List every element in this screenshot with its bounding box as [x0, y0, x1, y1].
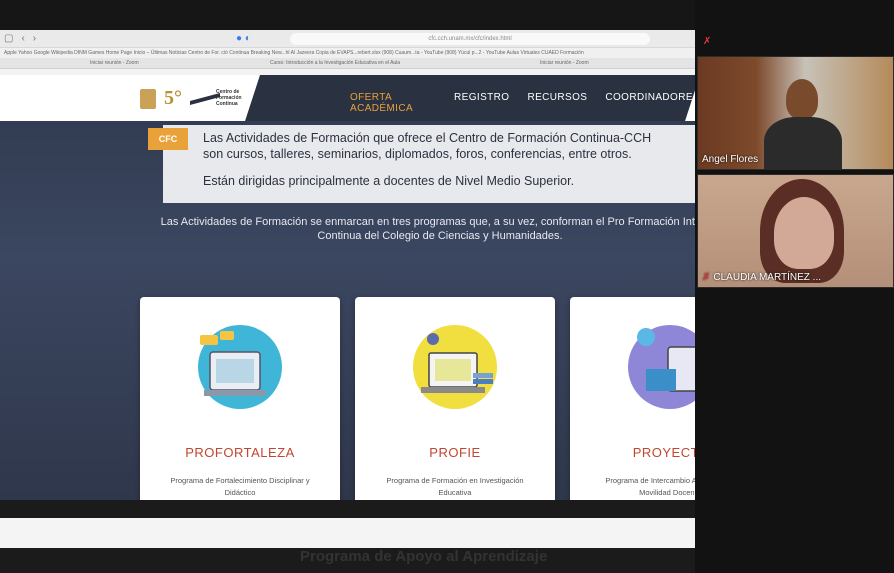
cfc-logo: Centro de Formación Continua — [190, 89, 246, 109]
zoom-screen-share: ▢ ‹ › ● ◐ cfc.cch.unam.mx/cfc/index.html A… — [0, 0, 894, 573]
muted-mic-icon: ✗ — [702, 272, 711, 283]
card-title: PROFIE — [429, 445, 481, 460]
participant-head — [786, 79, 818, 119]
sidebar-icon: ▢ — [4, 33, 14, 44]
muted-mic-icon: ✗ — [703, 36, 712, 47]
site-header: 5° Centro de Formación Continua OFERTA A… — [0, 75, 700, 121]
next-section-heading: Programa de Apoyo al Aprendizaje — [300, 548, 548, 565]
cfc-logo-text: Centro de Formación Continua — [216, 88, 242, 107]
nav-registro[interactable]: REGISTRO — [454, 92, 509, 114]
bookmarks-bar[interactable]: Apple Yahoo Google Wikipedia DINM Games … — [0, 48, 700, 58]
nav-arrows[interactable]: ▢ ‹ › — [4, 33, 44, 44]
tab-zoom-1[interactable]: Iniciar reunión - Zoom — [90, 60, 139, 66]
banner-line-1: Las Actividades de Formación que ofrece … — [203, 131, 652, 145]
card-description: Programa de Fortalecimiento Disciplinar … — [170, 476, 310, 497]
participant-video-2[interactable]: ✗ CLAUDIA MARTÍNEZ ... — [697, 174, 894, 288]
participant-name: CLAUDIA MARTÍNEZ ... — [713, 272, 822, 283]
participant-face — [774, 197, 834, 269]
nav-recursos[interactable]: RECURSOS — [527, 92, 587, 114]
card-title: PROFORTALEZA — [185, 445, 295, 460]
cfc-tag: CFC — [148, 128, 188, 150]
website-content: 5° Centro de Formación Continua OFERTA A… — [0, 75, 700, 530]
banner-line-3: Están dirigidas principalmente a docente… — [203, 174, 575, 188]
browser-extension-icons[interactable]: ● ◐ — [236, 33, 251, 44]
banner-line-2: son cursos, talleres, seminarios, diplom… — [203, 147, 632, 161]
participant-video-1[interactable]: Angel Flores — [697, 56, 894, 170]
tab-curso[interactable]: Curso: Introducción a la Investigación E… — [270, 60, 400, 66]
nav-oferta[interactable]: OFERTA ACADÉMICA — [350, 92, 436, 114]
card-title: PROYECTA — [632, 445, 700, 460]
card-description: Programa de Formación en Investigación E… — [386, 476, 524, 497]
main-nav: OFERTA ACADÉMICA REGISTRO RECURSOS COORD… — [350, 92, 700, 114]
card-proyecta[interactable]: PROYECTA Programa de Intercambio Académi… — [570, 297, 700, 530]
nav-coordinadores[interactable]: COORDINADORES — [605, 92, 700, 114]
browser-toolbar: ▢ ‹ › ● ◐ cfc.cch.unam.mx/cfc/index.html — [0, 30, 700, 48]
forward-icon: › — [32, 33, 37, 44]
participant-name: Angel Flores — [702, 154, 759, 165]
laptop-chat-icon — [198, 325, 282, 409]
participant-body — [764, 117, 842, 169]
tab-bar: Iniciar reunión - Zoom Curso: Introducci… — [0, 58, 700, 69]
card-profortaleza[interactable]: PROFORTALEZA Programa de Fortalecimiento… — [140, 297, 340, 530]
tab-zoom-2[interactable]: Iniciar reunión - Zoom — [540, 60, 589, 66]
participant-name-row: ✗ CLAUDIA MARTÍNEZ ... — [702, 272, 821, 283]
info-banner: Las Actividades de Formación que ofrece … — [163, 125, 700, 203]
site-logos[interactable]: 5° Centro de Formación Continua — [140, 87, 246, 110]
back-icon: ‹ — [21, 33, 25, 44]
anniversary-logo: 5° — [164, 87, 182, 109]
intro-text: Las Actividades de Formación se enmarcan… — [160, 216, 700, 242]
address-bar[interactable]: cfc.cch.unam.mx/cfc/index.html — [290, 33, 650, 45]
globe-tablet-icon — [628, 325, 700, 409]
unam-logo-icon — [140, 88, 156, 109]
laptop-books-icon — [413, 325, 497, 409]
card-profie[interactable]: PROFIE Programa de Formación en Investig… — [355, 297, 555, 530]
browser-window: ▢ ‹ › ● ◐ cfc.cch.unam.mx/cfc/index.html A… — [0, 30, 700, 530]
card-description: Programa de Intercambio Académico y Movi… — [605, 476, 700, 497]
